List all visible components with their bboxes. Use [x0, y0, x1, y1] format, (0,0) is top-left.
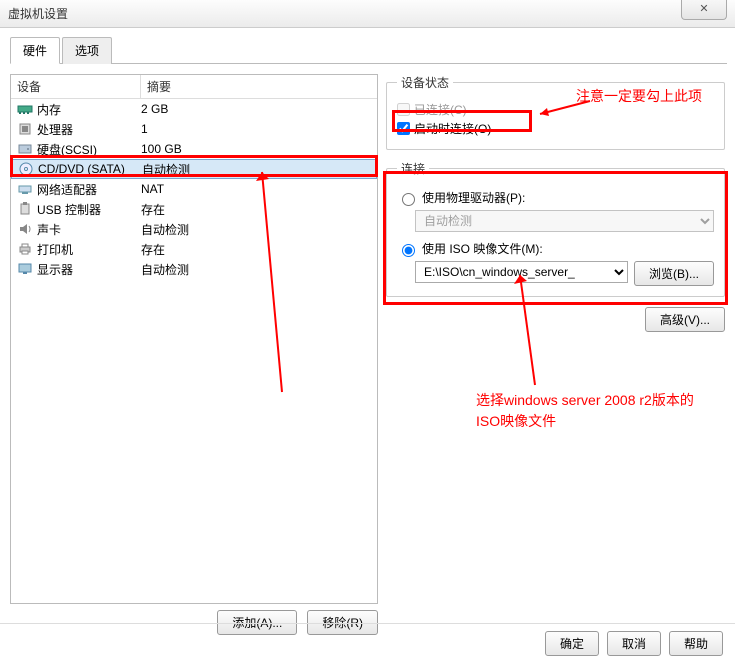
- annotation-arrow-mid: [510, 270, 550, 390]
- annotation-arrow-top: [535, 96, 595, 116]
- list-header: 设备 摘要: [11, 75, 377, 99]
- col-summary: 摘要: [141, 75, 377, 98]
- item-label: 内存: [37, 101, 141, 118]
- list-item-selected[interactable]: CD/DVD (SATA) 自动检测: [11, 159, 377, 179]
- list-item[interactable]: 硬盘(SCSI) 100 GB: [11, 139, 377, 159]
- cancel-button[interactable]: 取消: [607, 631, 661, 656]
- annotation-text-mid: 选择windows server 2008 r2版本的ISO映像文件: [476, 390, 716, 432]
- window-title: 虚拟机设置: [8, 5, 68, 22]
- iso-radio[interactable]: [402, 244, 415, 257]
- disk-icon: [17, 141, 33, 157]
- detail-panel: 设备状态 已连接(C) 启动时连接(O) 连接 使用物理驱动器(P): 自动检测: [386, 74, 725, 635]
- close-button[interactable]: ✕: [681, 0, 727, 20]
- item-label: 网络适配器: [37, 181, 141, 198]
- col-device: 设备: [11, 75, 141, 98]
- item-summary: 100 GB: [141, 142, 377, 156]
- connection-legend: 连接: [397, 160, 429, 177]
- memory-icon: [17, 101, 33, 117]
- help-button[interactable]: 帮助: [669, 631, 723, 656]
- item-label: 显示器: [37, 261, 141, 278]
- item-label: 处理器: [37, 121, 141, 138]
- physical-radio-row[interactable]: 使用物理驱动器(P):: [397, 189, 714, 206]
- browse-button[interactable]: 浏览(B)...: [634, 261, 714, 286]
- display-icon: [17, 261, 33, 277]
- list-item[interactable]: 内存 2 GB: [11, 99, 377, 119]
- connection-group: 连接 使用物理驱动器(P): 自动检测 使用 ISO 映像文件(M): E:\I…: [386, 160, 725, 297]
- item-label: USB 控制器: [37, 201, 141, 218]
- item-label: 声卡: [37, 221, 141, 238]
- physical-radio[interactable]: [402, 193, 415, 206]
- ok-button[interactable]: 确定: [545, 631, 599, 656]
- network-icon: [17, 181, 33, 197]
- annotation-arrow-left: [252, 167, 292, 397]
- connected-checkbox: [397, 103, 410, 116]
- item-label: 硬盘(SCSI): [37, 141, 141, 158]
- poweron-label: 启动时连接(O): [414, 120, 491, 137]
- advanced-button[interactable]: 高级(V)...: [645, 307, 725, 332]
- item-label: 打印机: [37, 241, 141, 258]
- device-status-legend: 设备状态: [397, 74, 453, 91]
- list-item[interactable]: USB 控制器 存在: [11, 199, 377, 219]
- tab-hardware[interactable]: 硬件: [10, 37, 60, 64]
- item-label: CD/DVD (SATA): [38, 162, 142, 176]
- dialog-buttons: 确定 取消 帮助: [545, 631, 723, 656]
- item-summary: 2 GB: [141, 102, 377, 116]
- iso-radio-row[interactable]: 使用 ISO 映像文件(M):: [397, 240, 714, 257]
- titlebar: 虚拟机设置 ✕: [0, 0, 735, 28]
- usb-icon: [17, 201, 33, 217]
- tabs: 硬件 选项: [10, 36, 727, 64]
- list-item[interactable]: 声卡 自动检测: [11, 219, 377, 239]
- list-item[interactable]: 处理器 1: [11, 119, 377, 139]
- hardware-list-panel: 设备 摘要 内存 2 GB 处理器 1 硬盘: [10, 74, 378, 635]
- list-item[interactable]: 显示器 自动检测: [11, 259, 377, 279]
- physical-combo: 自动检测: [415, 210, 714, 232]
- sound-icon: [17, 221, 33, 237]
- hardware-list[interactable]: 设备 摘要 内存 2 GB 处理器 1 硬盘: [10, 74, 378, 604]
- iso-label: 使用 ISO 映像文件(M):: [422, 240, 543, 257]
- cpu-icon: [17, 121, 33, 137]
- physical-label: 使用物理驱动器(P):: [422, 189, 525, 206]
- divider: [0, 623, 735, 624]
- tab-options[interactable]: 选项: [62, 37, 112, 64]
- cd-icon: [18, 161, 34, 177]
- printer-icon: [17, 241, 33, 257]
- item-summary: 1: [141, 122, 377, 136]
- connected-label: 已连接(C): [414, 101, 467, 118]
- list-item[interactable]: 网络适配器 NAT: [11, 179, 377, 199]
- poweron-checkbox[interactable]: [397, 122, 410, 135]
- poweron-checkbox-row[interactable]: 启动时连接(O): [397, 120, 714, 137]
- list-item[interactable]: 打印机 存在: [11, 239, 377, 259]
